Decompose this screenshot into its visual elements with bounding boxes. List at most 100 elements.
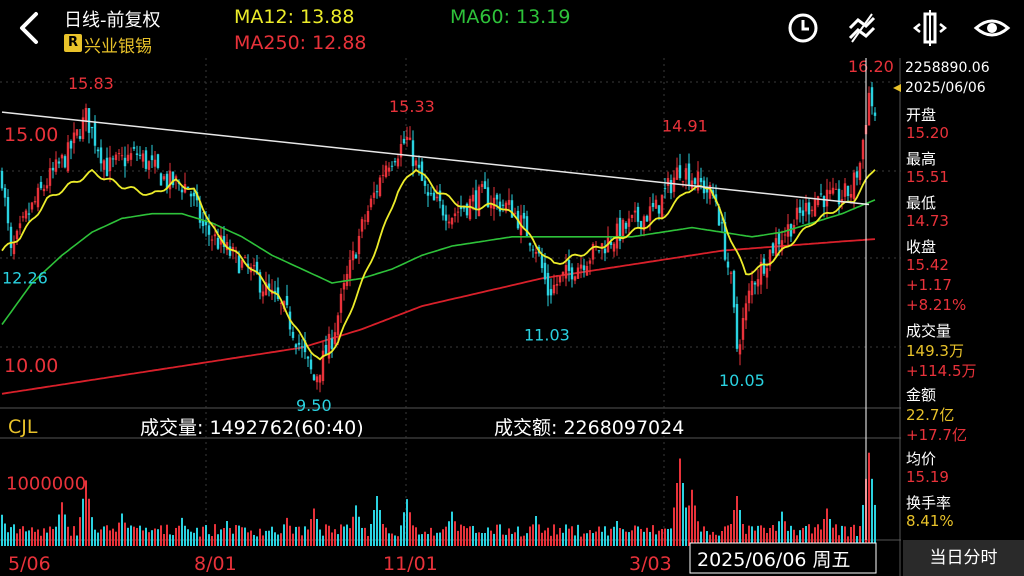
volume-bar — [61, 502, 63, 546]
volume-bar — [19, 528, 21, 546]
volume-bar — [733, 510, 735, 546]
candle-body — [144, 150, 148, 169]
volume-bar — [649, 531, 651, 546]
adjust-icon[interactable] — [910, 8, 950, 48]
volume-bar — [697, 521, 699, 546]
volume-bar — [334, 529, 336, 546]
candle-body — [498, 201, 502, 212]
volume-bar — [181, 517, 183, 546]
volume-bar — [148, 532, 150, 546]
volume-bar — [496, 524, 498, 546]
candle-body — [114, 154, 118, 161]
candle-body — [672, 177, 676, 192]
candle-body — [771, 243, 775, 254]
date-axis-label: 3/03 — [629, 553, 672, 575]
volume-bar — [406, 499, 408, 546]
candle-body — [3, 187, 7, 198]
volume-bar — [823, 519, 825, 546]
change-pct-value: +8.21% — [906, 296, 967, 314]
volume-bar — [409, 512, 411, 546]
volume-bar — [343, 526, 345, 546]
volume-bar — [124, 522, 126, 546]
volume-bar — [328, 525, 330, 546]
candle-body — [534, 251, 538, 254]
candle-body — [522, 212, 526, 219]
candle-body — [108, 157, 112, 172]
candle-body — [54, 159, 58, 172]
chart-period-title[interactable]: 日线-前复权 — [64, 6, 161, 32]
candle-body — [552, 284, 556, 294]
amount-change-value: +17.7亿 — [906, 426, 967, 444]
volume-bar — [292, 533, 294, 546]
candle-body — [720, 222, 724, 224]
volume-bar — [157, 529, 159, 546]
volume-bar — [64, 514, 66, 546]
candle-body — [447, 221, 451, 224]
volume-bar — [421, 534, 423, 546]
volume-bar — [532, 524, 534, 546]
candle-body — [480, 184, 484, 187]
indicator-name[interactable]: CJL — [8, 416, 38, 438]
intraday-button[interactable]: 当日分时 — [903, 540, 1024, 576]
kline-chart[interactable]: 15.00 10.00 15.83 15.33 14.91 16.20 12.26 9.50… — [0, 58, 901, 576]
volume-bar — [556, 534, 558, 546]
volume-bar — [322, 535, 324, 546]
volume-bar — [127, 527, 129, 546]
volume-bar — [172, 535, 174, 546]
candle-body — [402, 138, 406, 144]
candle-body — [366, 211, 370, 223]
volume-bar — [271, 526, 273, 546]
volume-bar — [211, 536, 213, 546]
candle-body — [33, 201, 37, 203]
volume-bar — [22, 526, 24, 546]
candle-body — [525, 216, 529, 238]
candle-body — [336, 315, 340, 335]
volume-bar — [262, 535, 264, 546]
volume-bar — [592, 533, 594, 546]
candle-body — [387, 167, 391, 172]
volume-bar — [175, 527, 177, 546]
candle-body — [153, 159, 157, 167]
candle-body — [324, 344, 328, 355]
candle-body — [831, 187, 835, 194]
candle-body — [393, 161, 397, 163]
clock-icon[interactable] — [783, 8, 823, 48]
volume-bar — [559, 527, 561, 546]
candle-body — [306, 356, 310, 359]
volume-change-value: +114.5万 — [906, 362, 977, 380]
volume-bar — [337, 534, 339, 546]
extreme-price-label: 11.03 — [524, 326, 570, 345]
candle-body — [825, 189, 829, 207]
volume-bar — [97, 532, 99, 546]
volume-bar — [478, 532, 480, 546]
candle-body — [372, 192, 376, 198]
volume-bar — [226, 521, 228, 546]
candle-body — [57, 161, 61, 164]
candle-body — [405, 137, 409, 141]
chart-toggle-icon[interactable] — [842, 8, 882, 48]
volume-bar — [655, 534, 657, 546]
volume-bar — [574, 535, 576, 546]
back-arrow-icon[interactable] — [14, 8, 48, 48]
candle-body — [294, 344, 298, 348]
candle-body — [357, 235, 361, 255]
candle-body — [783, 234, 787, 236]
volume-bar — [616, 521, 618, 546]
volume-bar — [436, 532, 438, 546]
volume-bar — [217, 534, 219, 546]
volume-bar — [646, 527, 648, 546]
candle-body — [156, 154, 160, 168]
volume-bar — [469, 526, 471, 546]
candle-body — [765, 268, 769, 278]
volume-bar — [622, 529, 624, 546]
candle-body — [861, 139, 865, 160]
volume-bar — [208, 534, 210, 546]
eye-icon[interactable] — [972, 8, 1012, 48]
volume-bar — [634, 525, 636, 546]
candle-body — [651, 202, 655, 207]
candle-body — [120, 155, 124, 157]
volume-bar — [142, 530, 144, 546]
volume-bar — [160, 525, 162, 546]
volume-bar — [241, 527, 243, 546]
candle-body — [174, 176, 178, 179]
